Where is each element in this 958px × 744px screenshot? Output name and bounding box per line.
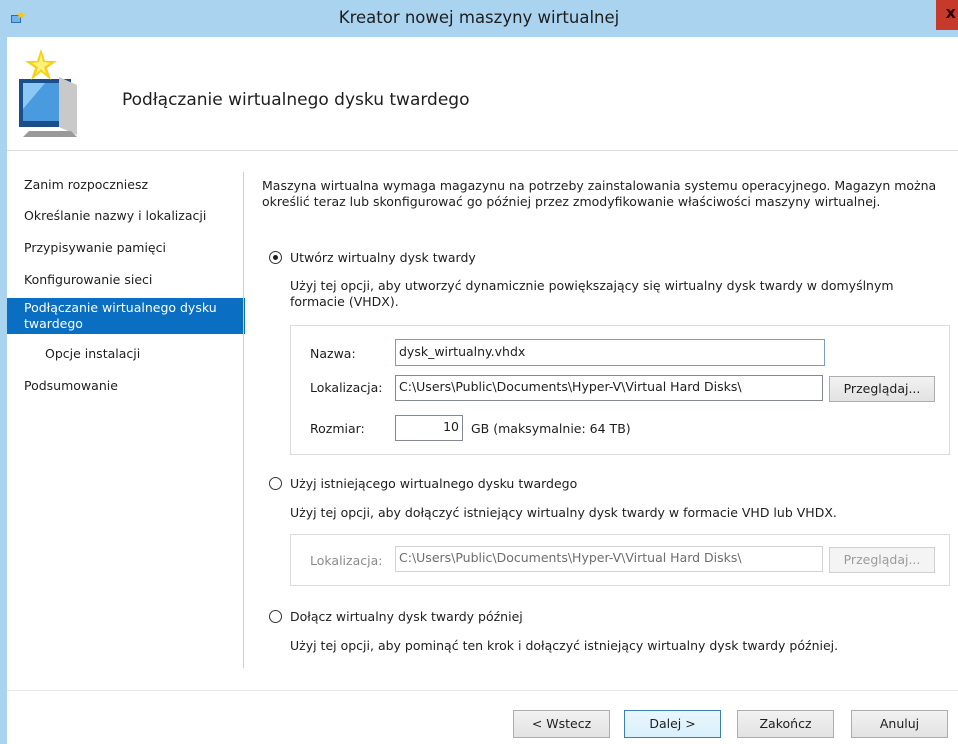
close-button[interactable]: x <box>936 0 958 30</box>
step-installation-options[interactable]: Opcje instalacji <box>7 346 245 362</box>
step-networking[interactable]: Konfigurowanie sieci <box>7 272 245 288</box>
window-title: Kreator nowej maszyny wirtualnej <box>338 8 620 27</box>
intro-text: Maszyna wirtualna wymaga magazynu na pot… <box>262 178 937 209</box>
existing-location-label: Lokalizacja: <box>310 553 383 568</box>
use-existing-vhd-radio[interactable] <box>269 477 282 490</box>
size-label: Rozmiar: <box>310 421 365 436</box>
create-vhd-label[interactable]: Utwórz wirtualny dysk twardy <box>290 250 476 266</box>
vhd-location-input[interactable]: C:\Users\Public\Documents\Hyper-V\Virtua… <box>395 375 823 401</box>
footer-separator <box>7 690 958 691</box>
create-vhd-radio[interactable] <box>269 251 282 264</box>
use-existing-vhd-description: Użyj tej opcji, aby dołączyć istniejący … <box>290 505 837 520</box>
existing-location-input[interactable]: C:\Users\Public\Documents\Hyper-V\Virtua… <box>395 546 823 572</box>
step-connect-vhd[interactable]: Podłączanie wirtualnego dysku twardego <box>7 298 245 334</box>
page-title: Podłączanie wirtualnego dysku twardego <box>122 90 470 110</box>
attach-later-radio[interactable] <box>269 610 282 623</box>
browse-button[interactable]: Przeglądaj... <box>829 376 935 402</box>
wizard-header: Podłączanie wirtualnego dysku twardego <box>7 37 958 151</box>
cancel-button[interactable]: Anuluj <box>851 710 948 738</box>
name-label: Nazwa: <box>310 346 356 361</box>
attach-later-description: Użyj tej opcji, aby pominąć ten krok i d… <box>290 638 839 653</box>
create-vhd-description: Użyj tej opcji, aby utworzyć dynamicznie… <box>290 278 894 309</box>
existing-browse-button[interactable]: Przeglądaj... <box>829 547 935 573</box>
next-button[interactable]: Dalej > <box>624 710 721 738</box>
use-existing-vhd-label[interactable]: Użyj istniejącego wirtualnego dysku twar… <box>290 476 577 492</box>
size-unit-label: GB (maksymalnie: 64 TB) <box>471 421 631 436</box>
finish-button[interactable]: Zakończ <box>737 710 834 738</box>
monitor-wizard-icon <box>19 49 77 137</box>
window-border <box>0 37 7 744</box>
attach-later-label[interactable]: Dołącz wirtualny dysk twardy później <box>290 609 523 625</box>
title-bar: Kreator nowej maszyny wirtualnej x <box>0 0 958 37</box>
step-summary[interactable]: Podsumowanie <box>7 378 245 394</box>
vhd-name-input[interactable]: dysk_wirtualny.vhdx <box>395 339 825 366</box>
vhd-size-input[interactable]: 10 <box>395 415 463 441</box>
wizard-steps: Zanim rozpoczniesz Określanie nazwy i lo… <box>7 151 245 681</box>
step-memory[interactable]: Przypisywanie pamięci <box>7 240 245 256</box>
nav-separator <box>243 172 244 668</box>
location-label: Lokalizacja: <box>310 380 383 395</box>
back-button[interactable]: < Wstecz <box>513 710 610 738</box>
step-name-location[interactable]: Określanie nazwy i lokalizacji <box>7 208 245 224</box>
step-before-you-begin[interactable]: Zanim rozpoczniesz <box>7 177 245 193</box>
